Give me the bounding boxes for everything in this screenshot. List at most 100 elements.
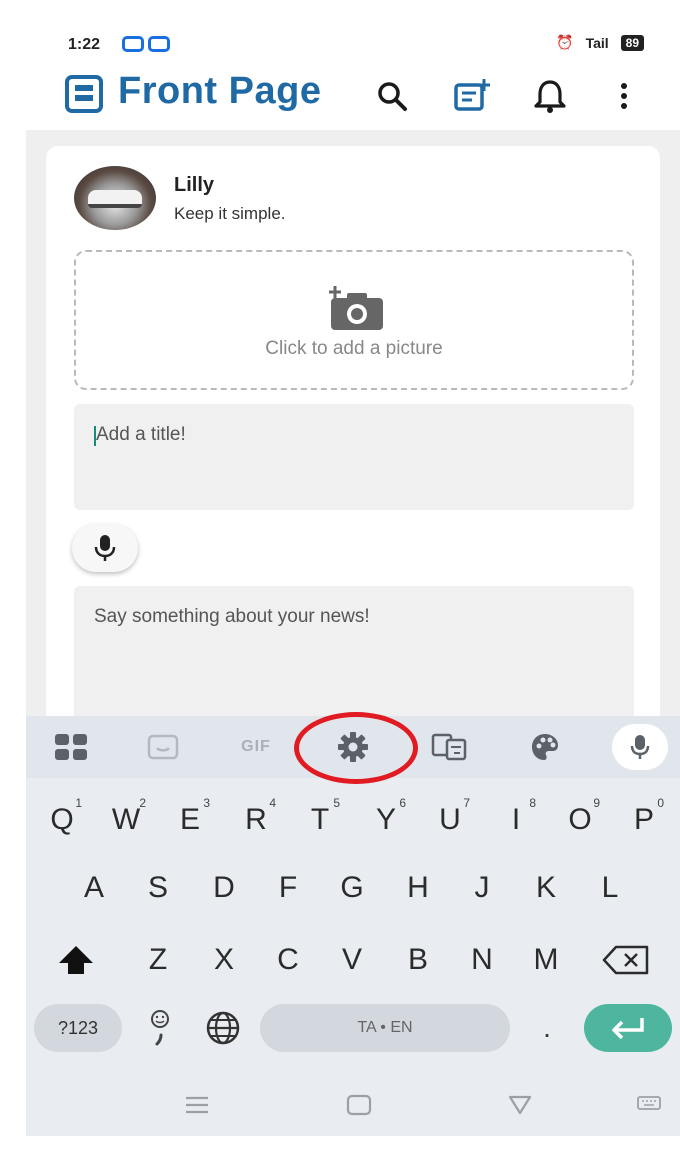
key-l[interactable]: L bbox=[580, 860, 640, 916]
shift-arrow-icon bbox=[59, 946, 93, 974]
enter-key[interactable] bbox=[584, 1004, 672, 1052]
key-hint: 8 bbox=[529, 796, 536, 810]
key-g[interactable]: G bbox=[322, 860, 382, 916]
app-logo-icon bbox=[65, 75, 103, 113]
sticker-icon[interactable] bbox=[138, 716, 188, 778]
status-time: 1:22 bbox=[68, 36, 101, 53]
key-p[interactable]: P0 bbox=[614, 792, 674, 848]
home-square-icon[interactable] bbox=[346, 1094, 372, 1116]
alarm-icon: ⏰ bbox=[556, 34, 574, 50]
key-y[interactable]: Y6 bbox=[356, 792, 416, 848]
key-f[interactable]: F bbox=[258, 860, 318, 916]
gif-label: GIF bbox=[241, 738, 271, 755]
key-j[interactable]: J bbox=[452, 860, 512, 916]
key-o[interactable]: O9 bbox=[550, 792, 610, 848]
key-hint: 0 bbox=[657, 796, 664, 810]
add-picture-label: Click to add a picture bbox=[265, 338, 443, 359]
gif-button[interactable]: GIF bbox=[226, 716, 286, 778]
emoji-comma-icon bbox=[151, 1010, 169, 1046]
key-hint: 2 bbox=[139, 796, 146, 810]
space-key[interactable]: TA • EN bbox=[260, 1004, 510, 1052]
symbols-key[interactable]: ?123 bbox=[34, 1004, 122, 1052]
key-label: U bbox=[439, 803, 461, 836]
key-x[interactable]: X bbox=[194, 932, 254, 988]
search-icon[interactable] bbox=[370, 74, 414, 118]
key-v[interactable]: V bbox=[322, 932, 382, 988]
add-picture-area[interactable]: Click to add a picture bbox=[74, 250, 634, 390]
key-a[interactable]: A bbox=[64, 860, 124, 916]
key-hint: 1 bbox=[75, 796, 82, 810]
key-u[interactable]: U7 bbox=[420, 792, 480, 848]
key-q[interactable]: Q1 bbox=[32, 792, 92, 848]
more-options-icon[interactable] bbox=[602, 74, 646, 118]
backspace-icon bbox=[602, 945, 649, 975]
title-input[interactable]: Add a title! bbox=[74, 404, 634, 510]
key-hint: 3 bbox=[203, 796, 210, 810]
translate-icon[interactable] bbox=[424, 716, 474, 778]
title-placeholder: Add a title! bbox=[96, 424, 186, 445]
shift-key[interactable] bbox=[46, 932, 106, 988]
key-c[interactable]: C bbox=[258, 932, 318, 988]
key-label: O bbox=[568, 803, 592, 836]
key-e[interactable]: E3 bbox=[160, 792, 220, 848]
apps-grid-icon[interactable] bbox=[46, 716, 96, 778]
emoji-key[interactable] bbox=[140, 1004, 180, 1052]
key-s[interactable]: S bbox=[128, 860, 188, 916]
key-label: Y bbox=[375, 803, 396, 836]
settings-highlight-annotation bbox=[294, 712, 418, 784]
key-b[interactable]: B bbox=[388, 932, 448, 988]
period-key[interactable]: . bbox=[530, 1004, 564, 1052]
backspace-key[interactable] bbox=[596, 932, 656, 988]
key-hint: 4 bbox=[269, 796, 276, 810]
voice-input-button[interactable] bbox=[72, 524, 138, 572]
user-name: Lilly bbox=[174, 174, 215, 196]
keyboard-mic-container bbox=[612, 724, 668, 770]
new-post-icon[interactable] bbox=[450, 74, 494, 118]
key-i[interactable]: I8 bbox=[486, 792, 546, 848]
keyboard-hide-icon[interactable] bbox=[636, 1094, 662, 1116]
key-hint: 5 bbox=[333, 796, 340, 810]
recents-menu-icon[interactable] bbox=[184, 1094, 210, 1116]
notification-pill-icon bbox=[122, 36, 144, 52]
key-m[interactable]: M bbox=[516, 932, 576, 988]
key-w[interactable]: W2 bbox=[96, 792, 156, 848]
key-t[interactable]: T5 bbox=[290, 792, 350, 848]
language-globe-icon[interactable] bbox=[200, 1004, 246, 1052]
key-label: I bbox=[511, 803, 521, 836]
app-title: Front Page bbox=[118, 70, 322, 112]
system-navigation-bar bbox=[26, 1076, 680, 1136]
avatar bbox=[74, 166, 156, 230]
theme-palette-icon[interactable] bbox=[520, 716, 570, 778]
notification-icons bbox=[122, 36, 170, 52]
notification-pill-icon bbox=[148, 36, 170, 52]
key-label: P bbox=[633, 803, 654, 836]
key-z[interactable]: Z bbox=[128, 932, 188, 988]
keyboard-mic-icon bbox=[630, 735, 650, 759]
mic-icon bbox=[94, 535, 116, 561]
key-r[interactable]: R4 bbox=[226, 792, 286, 848]
key-d[interactable]: D bbox=[194, 860, 254, 916]
key-label: T bbox=[310, 803, 330, 836]
notifications-bell-icon[interactable] bbox=[528, 74, 572, 118]
user-status: Keep it simple. bbox=[174, 204, 286, 223]
body-input[interactable]: Say something about your news! bbox=[74, 586, 634, 726]
back-triangle-icon[interactable] bbox=[508, 1094, 532, 1116]
key-label: E bbox=[179, 803, 200, 836]
key-hint: 6 bbox=[399, 796, 406, 810]
add-camera-icon bbox=[329, 286, 383, 330]
key-hint: 9 bbox=[593, 796, 600, 810]
key-label: R bbox=[245, 803, 267, 836]
app-bar: Front Page bbox=[0, 66, 680, 130]
key-n[interactable]: N bbox=[452, 932, 512, 988]
key-k[interactable]: K bbox=[516, 860, 576, 916]
status-bar: 1:22 ⏰ Tail 89 bbox=[0, 28, 680, 64]
key-h[interactable]: H bbox=[388, 860, 448, 916]
key-label: Q bbox=[50, 803, 74, 836]
enter-arrow-icon bbox=[612, 1018, 644, 1040]
avatar-car-icon bbox=[88, 190, 142, 208]
signal-icon: Tail bbox=[585, 34, 609, 51]
battery-icon: 89 bbox=[620, 34, 644, 51]
keyboard-voice-button[interactable] bbox=[610, 716, 670, 778]
key-label: W bbox=[111, 803, 141, 836]
status-right: ⏰ Tail 89 bbox=[556, 34, 644, 51]
